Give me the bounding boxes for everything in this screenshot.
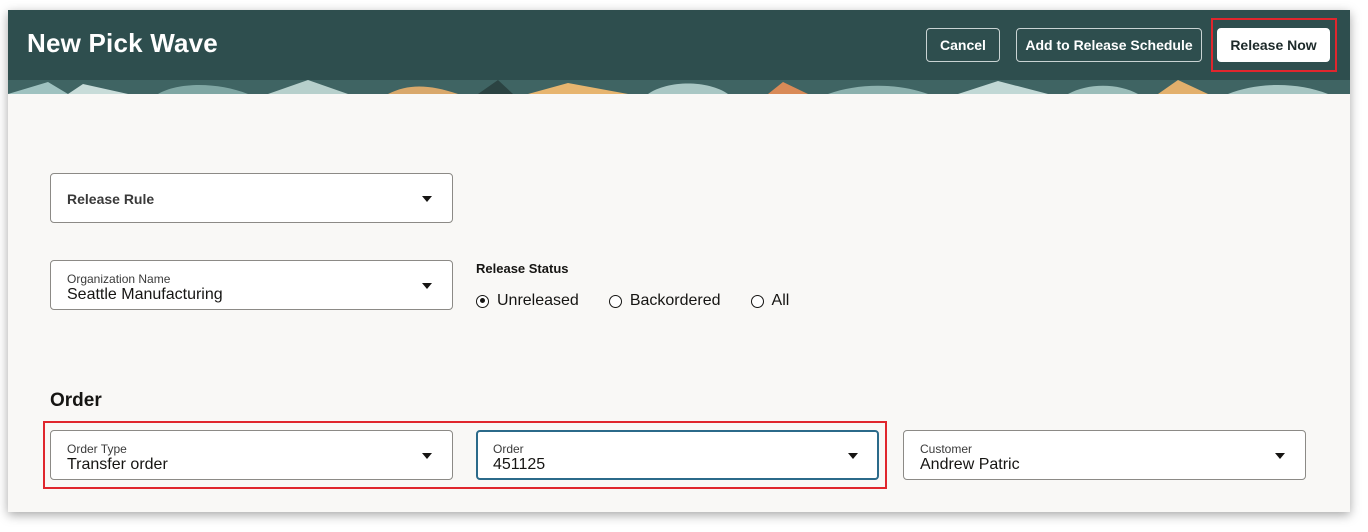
caret-down-icon <box>422 283 432 289</box>
caret-down-icon <box>848 453 858 459</box>
customer-select[interactable]: Customer Andrew Patric <box>903 430 1306 480</box>
caret-down-icon <box>422 453 432 459</box>
order-select[interactable]: Order 451125 <box>476 430 879 480</box>
customer-label: Customer <box>920 442 973 456</box>
radio-unchecked-icon <box>608 294 622 308</box>
order-value: 451125 <box>493 456 546 473</box>
order-type-select[interactable]: Order Type Transfer order <box>50 430 453 480</box>
customer-value: Andrew Patric <box>920 456 1020 473</box>
release-status-label: Release Status <box>476 261 569 276</box>
order-type-label: Order Type <box>67 442 127 456</box>
radio-checked-icon <box>476 294 489 308</box>
header-decoration-pattern <box>8 80 1350 94</box>
release-rule-placeholder: Release Rule <box>67 191 155 207</box>
release-status-radio-group: Unreleased Backordered All <box>476 290 819 312</box>
radio-unchecked-icon <box>750 294 764 308</box>
radio-unreleased[interactable]: Unreleased <box>476 292 579 310</box>
organization-name-select[interactable]: Organization Name Seattle Manufacturing <box>50 260 453 310</box>
caret-down-icon <box>422 196 432 202</box>
organization-name-label: Organization Name <box>67 272 171 286</box>
caret-down-icon <box>1275 453 1285 459</box>
page-title: New Pick Wave <box>27 28 218 58</box>
cancel-button[interactable]: Cancel <box>926 28 1000 62</box>
radio-all-label: All <box>771 292 790 309</box>
order-type-value: Transfer order <box>67 456 168 473</box>
order-section-title: Order <box>50 390 102 411</box>
page-card: New Pick Wave Cancel Add to Release Sche… <box>8 10 1350 512</box>
page-header: New Pick Wave Cancel Add to Release Sche… <box>8 10 1350 94</box>
radio-all[interactable]: All <box>750 292 790 310</box>
radio-backordered-label: Backordered <box>629 292 721 309</box>
order-label: Order <box>493 442 524 456</box>
organization-name-value: Seattle Manufacturing <box>67 286 223 303</box>
radio-unreleased-label: Unreleased <box>497 292 579 309</box>
add-to-release-schedule-button[interactable]: Add to Release Schedule <box>1016 28 1202 62</box>
radio-backordered[interactable]: Backordered <box>608 292 721 310</box>
release-now-button[interactable]: Release Now <box>1217 28 1330 62</box>
release-rule-select[interactable]: Release Rule <box>50 173 453 223</box>
